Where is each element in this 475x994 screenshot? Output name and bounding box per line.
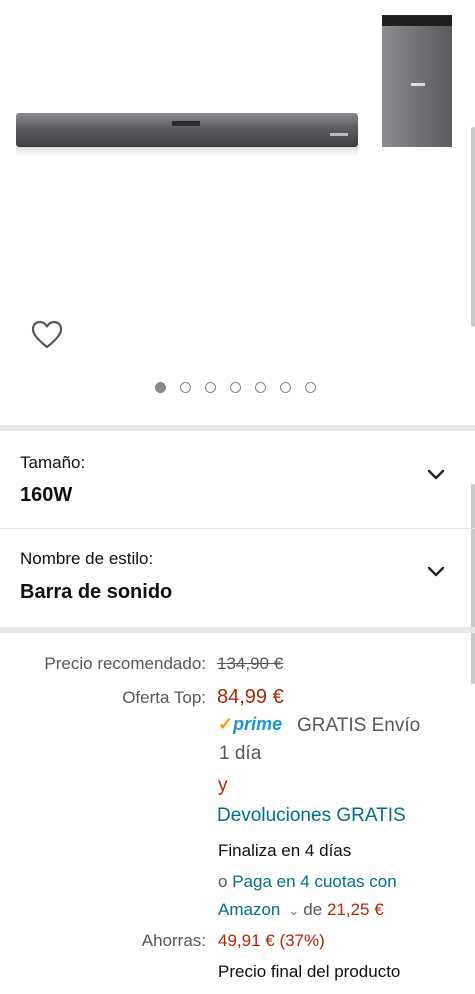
installments-link-amazon[interactable]: Amazon (218, 900, 280, 919)
deal-price-label: Oferta Top: (122, 688, 206, 707)
chevron-down-icon[interactable] (427, 566, 445, 577)
variant-selector-size[interactable]: Tamaño: 160W (0, 431, 475, 527)
variant-label: Nombre de estilo: (20, 549, 154, 568)
gallery-dot[interactable] (230, 382, 241, 393)
variant-selector-style[interactable]: Nombre de estilo: Barra de sonido (0, 529, 475, 627)
wishlist-heart-icon[interactable] (31, 320, 63, 350)
soundbar-product-image (16, 113, 358, 156)
gallery-pagination (155, 382, 316, 393)
gallery-dot[interactable] (280, 382, 291, 393)
installments-prefix: o (218, 872, 228, 891)
savings-value: 49,91 € (37%) (218, 931, 325, 950)
gallery-dot[interactable] (305, 382, 316, 393)
product-image-gallery[interactable] (0, 0, 475, 425)
soundbar-brand-mark (330, 133, 348, 136)
subwoofer-brand-mark (411, 83, 425, 86)
variant-label: Tamaño: (20, 453, 86, 472)
installments-of-text: de (303, 900, 323, 919)
prime-wordmark: prime (233, 714, 283, 734)
list-price-label: Precio recomendado: (44, 654, 206, 673)
final-price-note: Precio final del producto (218, 962, 401, 981)
installments-link[interactable]: Paga en 4 cuotas con (232, 872, 396, 891)
gallery-dot[interactable] (180, 382, 191, 393)
deal-price: 84,99 € (217, 686, 284, 708)
chevron-down-icon[interactable] (427, 469, 445, 480)
installments-detail: Amazon ⌄ de 21,25 € (218, 900, 384, 920)
conjunction-text: y (218, 775, 228, 796)
subwoofer-top (382, 15, 452, 26)
section-separator (0, 627, 475, 633)
subwoofer-product-image (382, 15, 452, 147)
prime-logo-icon: ✓prime (218, 714, 282, 735)
variant-value: Barra de sonido (20, 581, 173, 603)
prime-check-icon: ✓ (218, 714, 234, 734)
free-shipping-text: GRATIS Envío (297, 715, 421, 736)
chevron-down-icon[interactable]: ⌄ (288, 903, 299, 918)
deal-ends-text: Finaliza en 4 días (218, 841, 352, 860)
gallery-dot[interactable] (255, 382, 266, 393)
variant-value: 160W (20, 484, 73, 506)
scrollbar-thumb[interactable] (471, 127, 475, 327)
free-returns-link[interactable]: Devoluciones GRATIS (217, 805, 406, 827)
gallery-dot[interactable] (205, 382, 216, 393)
delivery-time-text: 1 día (219, 743, 262, 764)
installments-line: o Paga en 4 cuotas con (218, 872, 397, 892)
soundbar-display (172, 121, 200, 126)
installment-amount: 21,25 € (326, 900, 384, 919)
gallery-dot-active[interactable] (155, 382, 166, 393)
savings-label: Ahorras: (141, 931, 206, 950)
list-price: 134,90 € (217, 654, 284, 673)
